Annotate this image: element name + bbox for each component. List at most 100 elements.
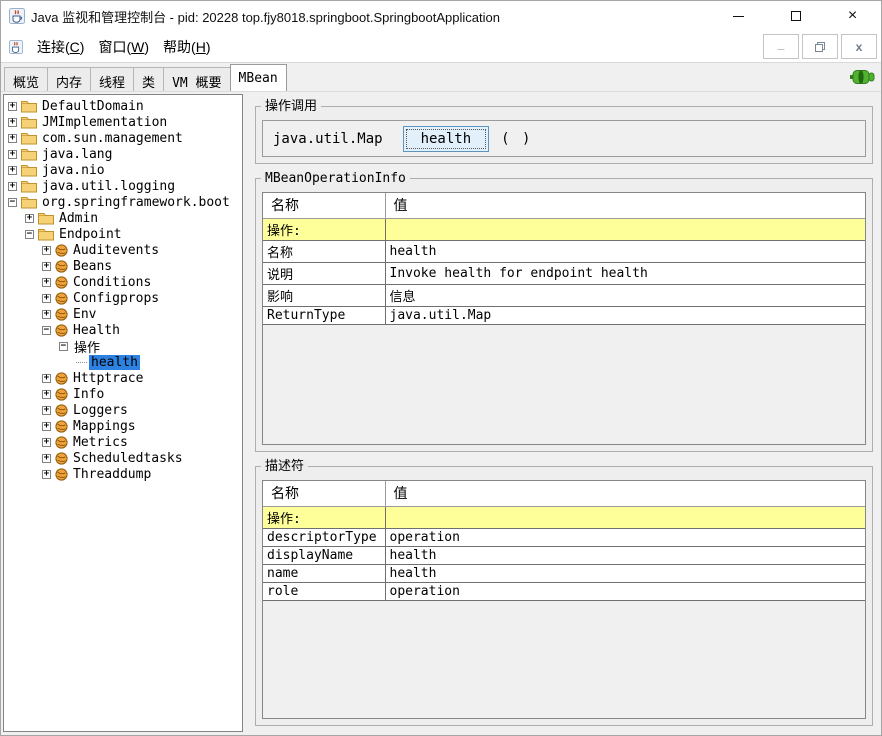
- window-title: Java 监视和管理控制台 - pid: 20228 top.fjy8018.s…: [31, 7, 500, 26]
- expand-icon[interactable]: +: [42, 470, 51, 479]
- table-row[interactable]: ReturnTypejava.util.Map: [263, 306, 865, 324]
- table-row[interactable]: displayNamehealth: [263, 546, 865, 564]
- tree-item-Env[interactable]: +Env: [4, 306, 242, 322]
- expand-icon[interactable]: +: [42, 262, 51, 271]
- tree-item-Metrics[interactable]: +Metrics: [4, 434, 242, 450]
- table-row[interactable]: 说明Invoke health for endpoint health: [263, 262, 865, 284]
- expand-icon[interactable]: +: [25, 214, 34, 223]
- menu-label-part: 窗口(: [98, 39, 131, 55]
- section-label: 操作:: [263, 506, 385, 528]
- tab-mbean[interactable]: MBean: [230, 64, 287, 91]
- tree-item-org.springframework.boot[interactable]: −org.springframework.boot: [4, 194, 242, 210]
- tree-item-java.lang[interactable]: +java.lang: [4, 146, 242, 162]
- descriptor-table: 名称值操作:descriptorTypeoperationdisplayName…: [262, 480, 866, 719]
- table-row[interactable]: 名称health: [263, 240, 865, 262]
- cell-value: health: [385, 240, 865, 262]
- tab-threads[interactable]: 线程: [90, 67, 134, 91]
- window-close-button[interactable]: ×: [824, 1, 881, 31]
- expand-icon[interactable]: +: [42, 310, 51, 319]
- menu-connection[interactable]: 连接(C): [30, 34, 91, 60]
- tab-vm-summary[interactable]: VM 概要: [163, 67, 230, 91]
- tree-item-DefaultDomain[interactable]: +DefaultDomain: [4, 98, 242, 114]
- tree-item-label: Admin: [57, 211, 100, 226]
- frame-minimize-button[interactable]: _: [763, 34, 799, 59]
- window-maximize-button[interactable]: [767, 1, 824, 31]
- operation-return-type: java.util.Map: [273, 131, 383, 147]
- tab-memory[interactable]: 内存: [47, 67, 91, 91]
- tree-item-JMImplementation[interactable]: +JMImplementation: [4, 114, 242, 130]
- column-header: 名称: [263, 481, 385, 506]
- tree-item-label: Configprops: [71, 291, 161, 306]
- collapse-icon[interactable]: −: [42, 326, 51, 335]
- tree-item-java.util.logging[interactable]: +java.util.logging: [4, 178, 242, 194]
- table-header-row: 名称值: [263, 481, 865, 506]
- expand-icon[interactable]: +: [8, 182, 17, 191]
- tree-item-com.sun.management[interactable]: +com.sun.management: [4, 130, 242, 146]
- expand-icon[interactable]: +: [42, 390, 51, 399]
- expand-icon[interactable]: +: [8, 102, 17, 111]
- table-row[interactable]: namehealth: [263, 564, 865, 582]
- section-row-operation[interactable]: 操作:: [263, 218, 865, 240]
- tab-overview[interactable]: 概览: [4, 67, 48, 91]
- folder-icon: [21, 164, 37, 177]
- tree-item-Info[interactable]: +Info: [4, 386, 242, 402]
- tab-bar: 概览 内存 线程 类 VM 概要 MBean: [1, 63, 881, 91]
- expand-icon[interactable]: +: [42, 374, 51, 383]
- tree-item-Threaddump[interactable]: +Threaddump: [4, 466, 242, 482]
- collapse-icon[interactable]: −: [25, 230, 34, 239]
- cell-value: java.util.Map: [385, 306, 865, 324]
- menu-bar: 连接(C) 窗口(W) 帮助(H) _ x: [1, 31, 881, 63]
- expand-icon[interactable]: +: [42, 438, 51, 447]
- menu-window[interactable]: 窗口(W): [91, 34, 156, 60]
- descriptor-table-grid: 名称值操作:descriptorTypeoperationdisplayName…: [263, 481, 865, 601]
- expand-icon[interactable]: +: [8, 118, 17, 127]
- window-minimize-button[interactable]: [710, 1, 767, 31]
- table-row[interactable]: 影响信息: [263, 284, 865, 306]
- operation-invoke-group-title: 操作调用: [261, 99, 321, 114]
- tree-item-Httptrace[interactable]: +Httptrace: [4, 370, 242, 386]
- tree-item-Scheduledtasks[interactable]: +Scheduledtasks: [4, 450, 242, 466]
- operation-invoke-box: java.util.Map health ( ): [262, 120, 866, 157]
- expand-icon[interactable]: +: [42, 278, 51, 287]
- frame-restore-button[interactable]: [802, 34, 838, 59]
- table-row[interactable]: descriptorTypeoperation: [263, 528, 865, 546]
- tree-item-Loggers[interactable]: + Loggers: [4, 402, 242, 418]
- tab-classes[interactable]: 类: [133, 67, 164, 91]
- expand-icon[interactable]: +: [42, 406, 51, 415]
- tree-item-label: Loggers: [71, 403, 130, 418]
- expand-icon[interactable]: +: [8, 134, 17, 143]
- menu-help[interactable]: 帮助(H): [156, 34, 217, 60]
- section-row-operation[interactable]: 操作:: [263, 506, 865, 528]
- column-header: 值: [385, 481, 865, 506]
- tree-item-Health[interactable]: −Health: [4, 322, 242, 338]
- menu-label-part: ): [144, 39, 149, 55]
- main-content: +DefaultDomain+JMImplementation+com.sun.…: [1, 91, 881, 735]
- invoke-health-button[interactable]: health: [403, 126, 490, 152]
- java-cup-icon-small: [9, 40, 23, 54]
- expand-icon[interactable]: +: [8, 150, 17, 159]
- tree-item-Configprops[interactable]: + Configprops: [4, 290, 242, 306]
- tree-item-java.nio[interactable]: +java.nio: [4, 162, 242, 178]
- tree-item-Admin[interactable]: + Admin: [4, 210, 242, 226]
- tree-item-Auditevents[interactable]: +Auditevents: [4, 242, 242, 258]
- expand-icon[interactable]: +: [42, 454, 51, 463]
- expand-icon[interactable]: +: [42, 294, 51, 303]
- expand-icon[interactable]: +: [42, 246, 51, 255]
- collapse-icon[interactable]: −: [59, 342, 68, 351]
- frame-minimize-icon: _: [778, 37, 785, 51]
- tree-item-Conditions[interactable]: +Conditions: [4, 274, 242, 290]
- cell-name: name: [263, 564, 385, 582]
- table-row[interactable]: roleoperation: [263, 582, 865, 600]
- tree-item-Endpoint[interactable]: −Endpoint: [4, 226, 242, 242]
- column-header: 值: [385, 193, 865, 218]
- mbean-icon: [55, 420, 68, 433]
- expand-icon[interactable]: +: [42, 422, 51, 431]
- tree-item-Mappings[interactable]: +Mappings: [4, 418, 242, 434]
- tree-item-操作[interactable]: −操作: [4, 338, 242, 354]
- expand-icon[interactable]: +: [8, 166, 17, 175]
- cell-value: Invoke health for endpoint health: [385, 262, 865, 284]
- tree-item-health[interactable]: health: [4, 354, 242, 370]
- tree-item-Beans[interactable]: +Beans: [4, 258, 242, 274]
- collapse-icon[interactable]: −: [8, 198, 17, 207]
- frame-close-button[interactable]: x: [841, 34, 877, 59]
